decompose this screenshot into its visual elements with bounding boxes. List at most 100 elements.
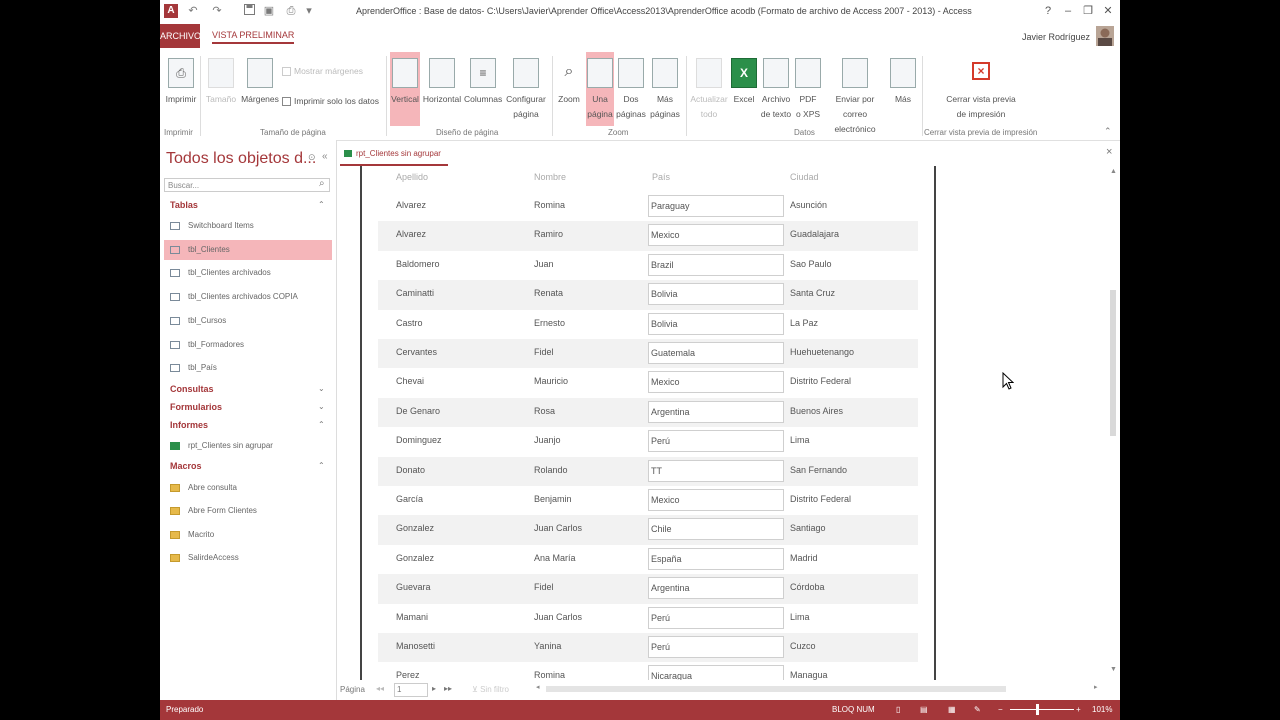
- scrollbar-thumb[interactable]: [1110, 290, 1116, 436]
- last-page-icon[interactable]: ▸▸: [444, 684, 452, 693]
- horizontal-scrollbar[interactable]: ◂ ▸: [536, 683, 1102, 695]
- tab-vista-preliminar[interactable]: VISTA PRELIMINAR: [212, 30, 295, 44]
- vertical-scrollbar[interactable]: ▲ ▼: [1108, 166, 1118, 680]
- report-row: Cervantes Fidel Guatemala Huehuetenango: [378, 339, 918, 369]
- print-button[interactable]: ⎙ Imprimir: [164, 52, 198, 126]
- cell-ciudad: Distrito Federal: [790, 494, 852, 504]
- cell-nombre: Fidel: [534, 347, 554, 357]
- print-preview-icon[interactable]: ⎙: [284, 4, 298, 18]
- cell-nombre: Rolando: [534, 464, 568, 475]
- report-view-icon[interactable]: ▤: [920, 700, 928, 720]
- cell-ciudad: San Fernando: [790, 464, 848, 475]
- more-pages-button[interactable]: Más páginas: [648, 52, 682, 126]
- nav-item-table[interactable]: tbl_Cursos: [164, 311, 332, 331]
- printer-icon: ⎙: [168, 58, 194, 88]
- portrait-button[interactable]: Vertical: [390, 52, 420, 126]
- nav-item-macro[interactable]: Macrito: [164, 525, 332, 545]
- first-page-icon[interactable]: ◂◂: [376, 684, 384, 693]
- nav-item-table[interactable]: tbl_Formadores: [164, 335, 332, 355]
- section-formularios[interactable]: Formularios: [170, 402, 222, 412]
- scroll-right-icon[interactable]: ▸: [1094, 683, 1098, 691]
- size-button[interactable]: Tamaño: [204, 52, 238, 126]
- refresh-icon: [696, 58, 722, 88]
- customize-toolbar-icon[interactable]: ▾: [302, 4, 316, 18]
- redo-icon[interactable]: ↷: [210, 4, 224, 18]
- restore-icon[interactable]: ❐: [1080, 3, 1096, 19]
- zoom-slider-track[interactable]: [1010, 709, 1074, 710]
- filter-status[interactable]: ⊻ Sin filtro: [472, 685, 509, 694]
- one-page-button[interactable]: Una página: [586, 52, 614, 126]
- more-export-button[interactable]: Más: [888, 52, 918, 126]
- export-text-button[interactable]: Archivo de texto: [760, 52, 792, 126]
- section-tablas[interactable]: Tablas: [170, 200, 198, 210]
- scrollbar-thumb[interactable]: [546, 686, 1006, 692]
- zoom-in-icon[interactable]: +: [1076, 700, 1081, 720]
- nav-item-table[interactable]: tbl_País: [164, 358, 332, 378]
- section-informes[interactable]: Informes: [170, 420, 208, 430]
- nav-item-table[interactable]: tbl_Clientes: [164, 240, 332, 260]
- avatar[interactable]: [1096, 26, 1114, 46]
- page-label: Página: [340, 685, 365, 694]
- scroll-left-icon[interactable]: ◂: [536, 683, 540, 691]
- print-preview-view-icon[interactable]: ▯: [896, 700, 900, 720]
- nav-item-macro[interactable]: Abre Form Clientes: [164, 501, 332, 521]
- nav-item-report[interactable]: rpt_Clientes sin agrupar: [164, 436, 332, 456]
- close-document-icon[interactable]: ×: [1106, 146, 1112, 158]
- report-preview-area[interactable]: Apellido Nombre País Ciudad Alvarez Romin…: [340, 166, 1112, 680]
- export-pdf-button[interactable]: PDF o XPS: [794, 52, 822, 126]
- nav-item-macro[interactable]: Abre consulta: [164, 478, 332, 498]
- zoom-out-icon[interactable]: −: [998, 700, 1003, 720]
- access-app-icon[interactable]: A: [164, 4, 178, 18]
- nav-item-table[interactable]: tbl_Clientes archivados COPIA: [164, 287, 332, 307]
- section-consultas[interactable]: Consultas: [170, 384, 214, 394]
- page-setup-button[interactable]: Configurar página: [504, 52, 548, 126]
- columns-button[interactable]: ≡ Columnas: [464, 52, 502, 126]
- section-macros[interactable]: Macros: [170, 461, 202, 471]
- collapse-pane-icon[interactable]: «: [322, 151, 328, 162]
- nav-item-table[interactable]: Switchboard Items: [164, 216, 332, 236]
- quick-print-icon[interactable]: ▣: [262, 4, 276, 18]
- column-header-ciudad: Ciudad: [790, 172, 819, 182]
- tab-archivo[interactable]: ARCHIVO: [160, 24, 201, 48]
- collapse-ribbon-icon[interactable]: ⌃: [1104, 126, 1112, 137]
- close-window-icon[interactable]: ✕: [1100, 3, 1116, 19]
- margins-button[interactable]: Márgenes: [240, 52, 280, 126]
- cell-pais: TT: [648, 459, 784, 482]
- next-page-icon[interactable]: ▸: [432, 684, 436, 693]
- scroll-down-icon[interactable]: ▼: [1110, 666, 1117, 673]
- chevron-down-icon[interactable]: ⌄: [318, 402, 325, 411]
- nav-search-input[interactable]: Buscar...: [164, 178, 330, 192]
- page-number-input[interactable]: 1: [394, 683, 428, 697]
- user-name[interactable]: Javier Rodríguez: [1022, 32, 1090, 42]
- show-margins-checkbox[interactable]: Mostrar márgenes: [282, 66, 363, 77]
- nav-menu-icon[interactable]: ⊙: [308, 152, 316, 163]
- scroll-up-icon[interactable]: ▲: [1110, 168, 1117, 175]
- layout-view-icon[interactable]: ▦: [948, 700, 956, 720]
- tab-report-document[interactable]: rpt_Clientes sin agrupar: [340, 146, 448, 166]
- print-data-only-checkbox[interactable]: Imprimir solo los datos: [282, 96, 379, 107]
- nav-item-macro[interactable]: SalirdeAccess: [164, 548, 332, 568]
- email-button[interactable]: Enviar por correo electrónico: [824, 52, 886, 134]
- export-excel-button[interactable]: X Excel: [730, 52, 758, 126]
- help-icon[interactable]: ?: [1040, 3, 1056, 19]
- title-bar: A ↶ ↷ ▣ ⎙ ▾ AprenderOffice : Base de dat…: [160, 0, 1120, 24]
- chevron-up-icon[interactable]: ⌃: [318, 200, 325, 209]
- zoom-slider-handle[interactable]: [1036, 704, 1039, 715]
- minimize-icon[interactable]: –: [1060, 3, 1076, 19]
- landscape-button[interactable]: Horizontal: [422, 52, 462, 126]
- chevron-up-icon[interactable]: ⌃: [318, 420, 325, 429]
- nav-pane-title[interactable]: Todos los objetos d...: [166, 150, 316, 168]
- zoom-button[interactable]: ⌕ Zoom: [554, 52, 584, 126]
- save-icon[interactable]: [242, 4, 256, 18]
- refresh-all-button[interactable]: Actualizar todo: [690, 52, 728, 126]
- chevron-down-icon[interactable]: ⌄: [318, 384, 325, 393]
- chevron-up-icon[interactable]: ⌃: [318, 461, 325, 470]
- close-preview-button[interactable]: × Cerrar vista previa de impresión: [940, 52, 1022, 126]
- design-view-icon[interactable]: ✎: [974, 700, 981, 720]
- status-text: Preparado: [166, 705, 204, 714]
- search-icon[interactable]: ⌕: [319, 178, 325, 189]
- zoom-level[interactable]: 101%: [1092, 700, 1112, 720]
- undo-icon[interactable]: ↶: [186, 4, 200, 18]
- nav-item-table[interactable]: tbl_Clientes archivados: [164, 263, 332, 283]
- two-pages-button[interactable]: Dos páginas: [616, 52, 646, 126]
